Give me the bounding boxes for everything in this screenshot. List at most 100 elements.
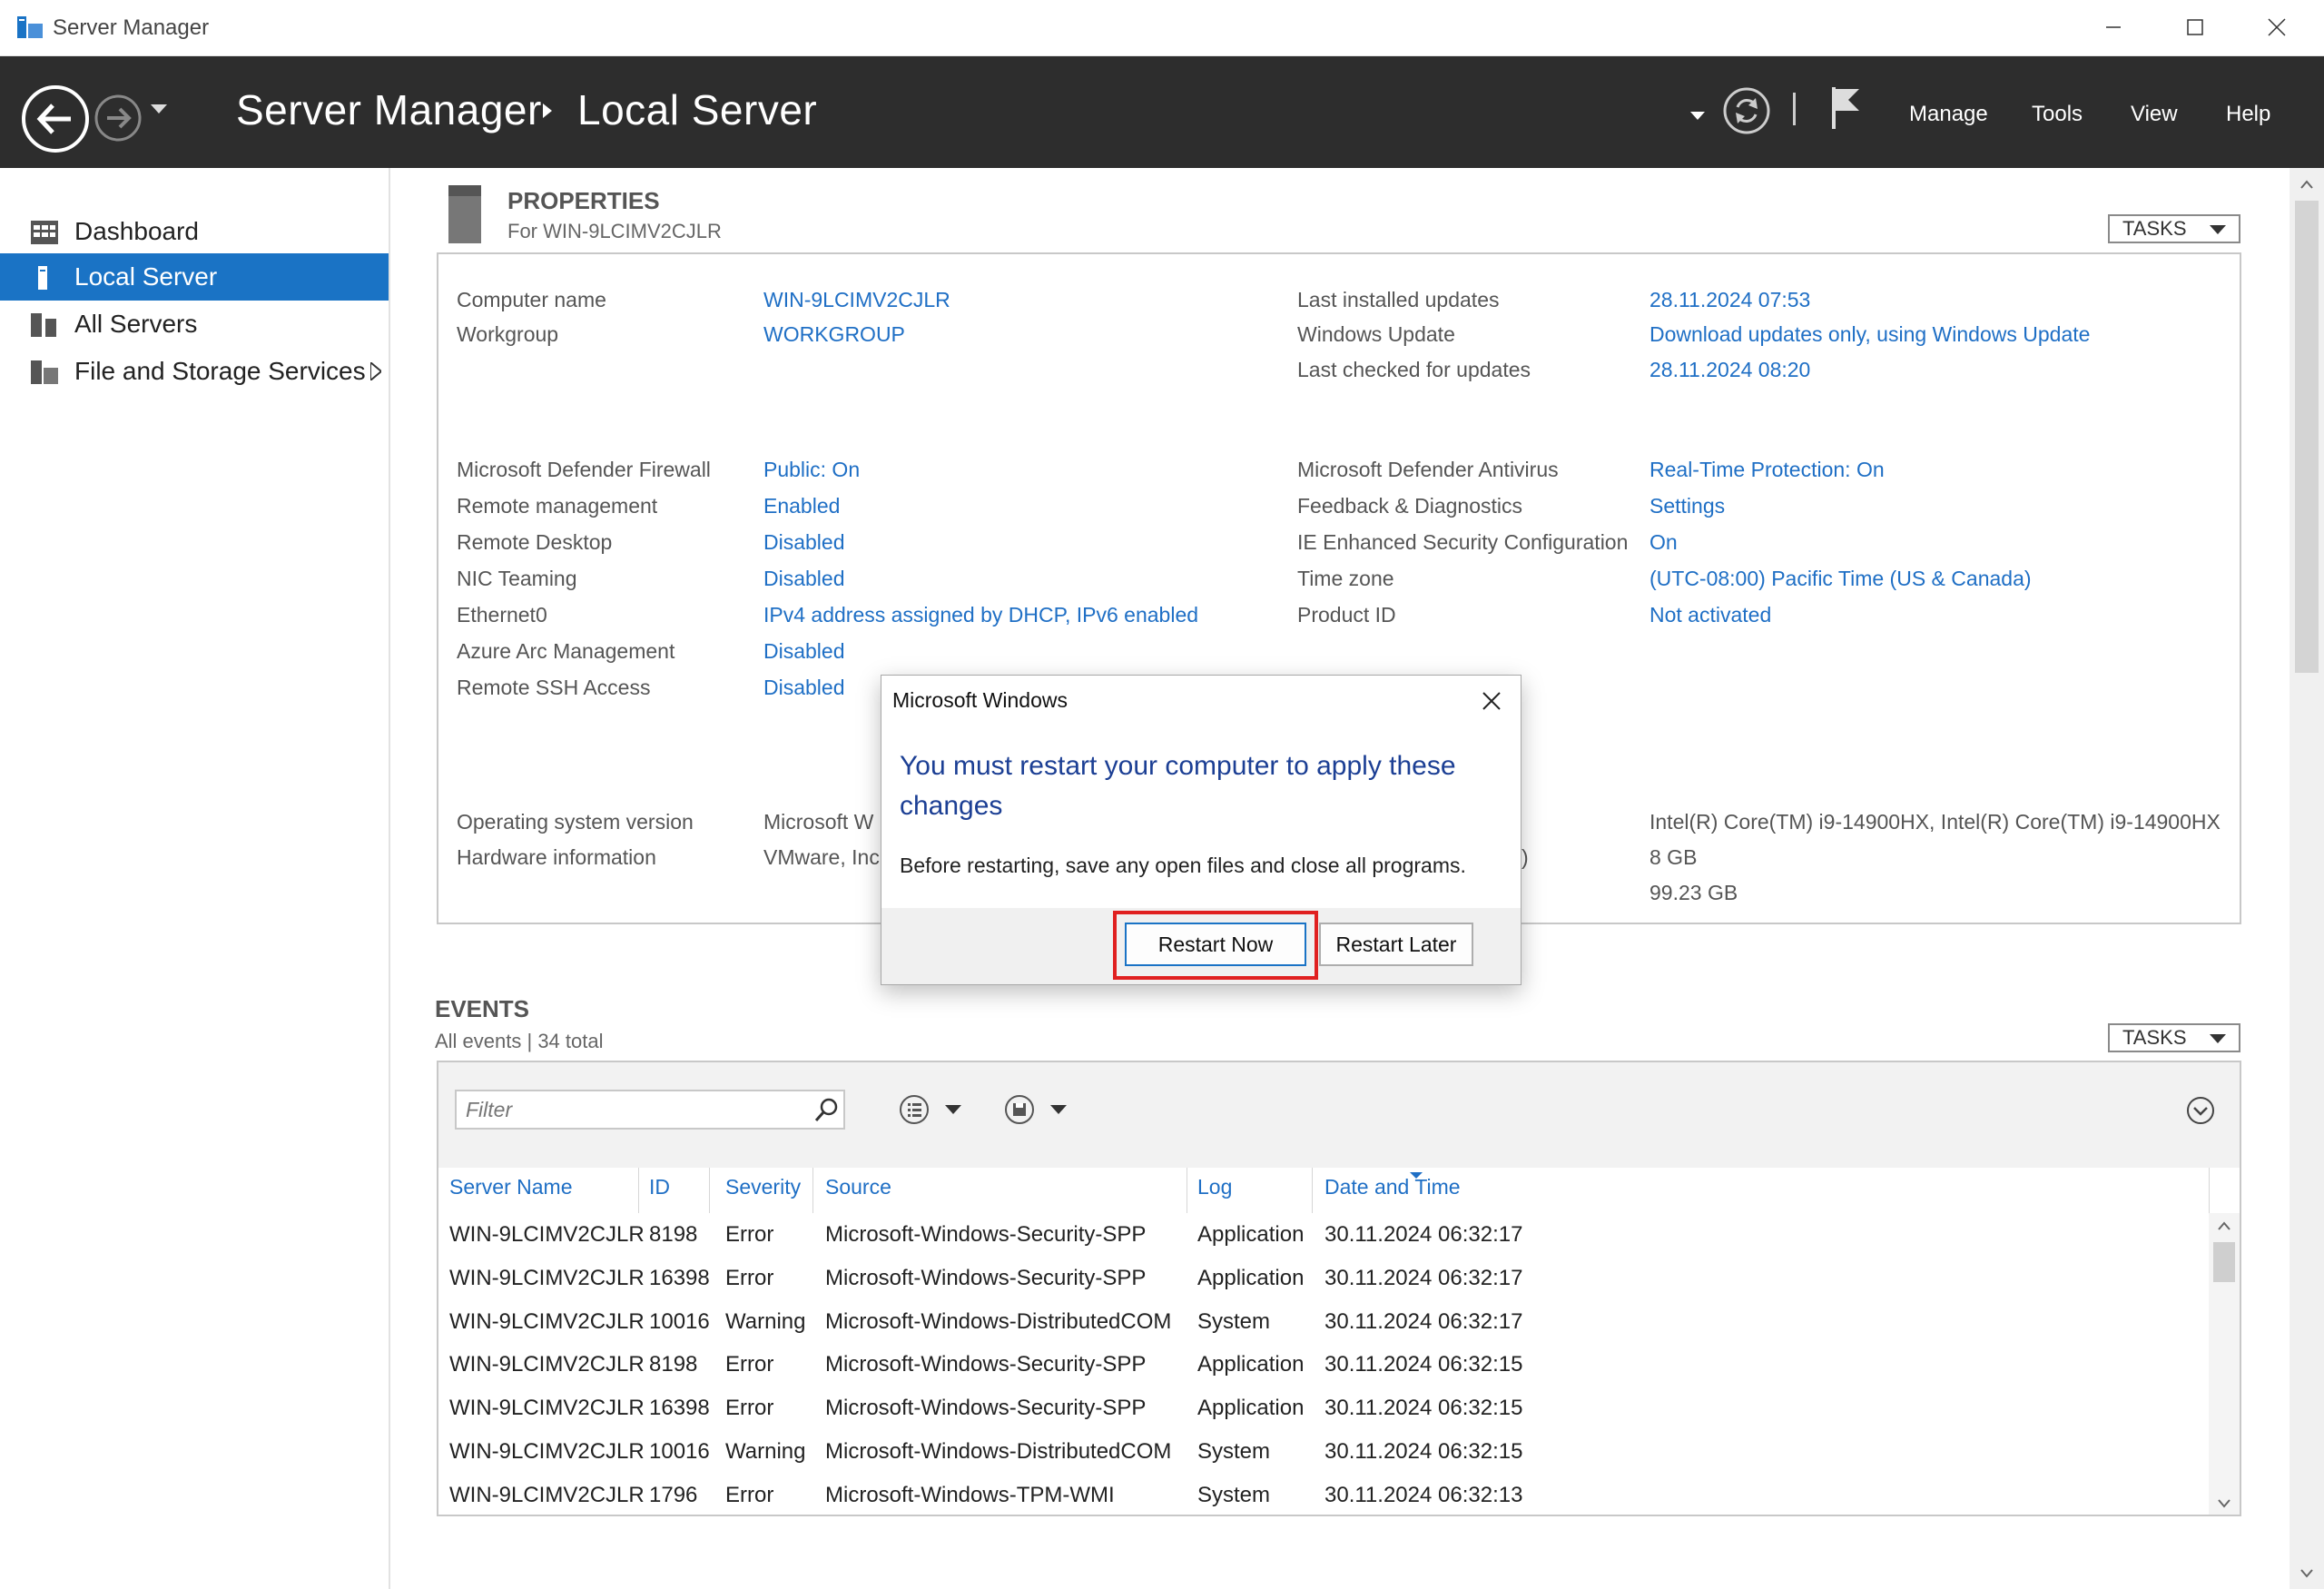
expand-collapse-button[interactable] [2185, 1095, 2216, 1130]
notifications-flag-button[interactable] [1828, 84, 1865, 135]
table-row[interactable]: WIN-9LCIMV2CJLR 16398 Error Microsoft-Windo… [438, 1257, 2209, 1300]
table-row[interactable]: WIN-9LCIMV2CJLR 8198 Error Microsoft-Window… [438, 1213, 2209, 1257]
sidebar-item-dashboard[interactable]: Dashboard [0, 208, 389, 255]
scroll-down-icon[interactable] [2218, 1496, 2230, 1513]
prop-label-last-checked: Last checked for updates [1297, 358, 1531, 381]
breadcrumb-separator-icon [543, 104, 552, 118]
prop-label-remote-ssh: Remote SSH Access [457, 676, 651, 699]
prop-value-azure-arc[interactable]: Disabled [763, 639, 845, 664]
prop-label-nic-teaming: NIC Teaming [457, 567, 577, 590]
menu-tools[interactable]: Tools [2032, 102, 2083, 127]
cell-server-name: WIN-9LCIMV2CJLR [449, 1396, 645, 1421]
cell-source: Microsoft-Windows-Security-SPP [825, 1222, 1147, 1247]
table-row[interactable]: WIN-9LCIMV2CJLR 8198 Error Microsoft-Window… [438, 1343, 2209, 1387]
minimize-button[interactable] [2077, 9, 2150, 45]
maximize-button[interactable] [2159, 9, 2231, 45]
cell-severity: Warning [725, 1439, 806, 1464]
cell-id: 8198 [649, 1352, 698, 1377]
table-row[interactable]: WIN-9LCIMV2CJLR 10016 Warning Microsoft-Win… [438, 1430, 2209, 1474]
refresh-button[interactable] [1721, 85, 1772, 141]
prop-value-memory-partial: ) [1521, 845, 1529, 869]
menu-view[interactable]: View [2131, 102, 2178, 127]
prop-value-workgroup[interactable]: WORKGROUP [763, 322, 905, 347]
menu-help[interactable]: Help [2226, 102, 2270, 127]
dialog-title: Microsoft Windows [892, 688, 1068, 712]
forward-arrow-icon [94, 94, 142, 142]
prop-value-product-id[interactable]: Not activated [1649, 603, 1771, 627]
prop-value-last-installed[interactable]: 28.11.2024 07:53 [1649, 288, 1810, 312]
events-filter-input[interactable] [455, 1090, 845, 1130]
properties-tasks-button[interactable]: TASKS [2108, 214, 2240, 243]
prop-label-workgroup: Workgroup [457, 322, 559, 346]
sidebar-item-label: Dashboard [74, 217, 199, 245]
cell-server-name: WIN-9LCIMV2CJLR [449, 1482, 645, 1507]
scroll-up-icon[interactable] [2218, 1219, 2230, 1235]
column-header-date-time[interactable]: Date and Time [1324, 1175, 1461, 1199]
notifications-dropdown-button[interactable] [1690, 109, 1705, 125]
column-header-source[interactable]: Source [825, 1175, 891, 1199]
prop-value-remote-management[interactable]: Enabled [763, 494, 840, 518]
tasks-label: TASKS [2122, 1026, 2187, 1049]
column-divider[interactable] [709, 1168, 710, 1213]
events-tasks-button[interactable]: TASKS [2108, 1023, 2240, 1052]
prop-label-defender-antivirus: Microsoft Defender Antivirus [1297, 458, 1559, 481]
events-scrollbar-thumb[interactable] [2213, 1242, 2235, 1282]
main-scrollbar-thumb[interactable] [2295, 201, 2319, 673]
column-header-log[interactable]: Log [1197, 1175, 1232, 1199]
column-header-id[interactable]: ID [649, 1175, 670, 1199]
storage-icon [31, 360, 58, 384]
cell-date-time: 30.11.2024 06:32:15 [1324, 1396, 1523, 1421]
prop-value-ethernet0[interactable]: IPv4 address assigned by DHCP, IPv6 enab… [763, 603, 1198, 627]
column-divider[interactable] [812, 1168, 813, 1213]
sidebar-item-file-storage[interactable]: File and Storage Services [0, 348, 389, 395]
properties-subtitle: For WIN-9LCIMV2CJLR [507, 220, 722, 242]
close-window-button[interactable] [2240, 9, 2313, 45]
prop-value-hardware-info: VMware, Inc [763, 845, 880, 869]
search-icon[interactable] [814, 1097, 840, 1127]
prop-value-computer-name[interactable]: WIN-9LCIMV2CJLR [763, 288, 950, 312]
sidebar-item-all-servers[interactable]: All Servers [0, 301, 389, 348]
prop-value-nic-teaming[interactable]: Disabled [763, 567, 845, 591]
cell-log: System [1197, 1482, 1271, 1507]
prop-value-remote-desktop[interactable]: Disabled [763, 530, 845, 555]
cell-date-time: 30.11.2024 06:32:17 [1324, 1222, 1523, 1247]
scroll-down-icon[interactable] [2300, 1566, 2313, 1583]
back-arrow-icon [22, 85, 89, 153]
column-divider[interactable] [1312, 1168, 1313, 1213]
breadcrumb-root[interactable]: Server Manager [236, 85, 542, 134]
history-dropdown-button[interactable] [151, 104, 167, 120]
table-row[interactable]: WIN-9LCIMV2CJLR 10016 Warning Microsoft-Win… [438, 1300, 2209, 1344]
sidebar-item-label: File and Storage Services [74, 357, 366, 385]
events-scrollbar[interactable] [2209, 1213, 2240, 1515]
table-row[interactable]: WIN-9LCIMV2CJLR 1796 Error Microsoft-Window… [438, 1474, 2209, 1515]
main-scrollbar[interactable] [2290, 168, 2324, 1589]
restart-now-highlight [1113, 911, 1318, 980]
prop-value-feedback[interactable]: Settings [1649, 494, 1725, 518]
prop-value-last-checked[interactable]: 28.11.2024 08:20 [1649, 358, 1810, 382]
prop-value-ie-esc[interactable]: On [1649, 530, 1678, 555]
column-header-severity[interactable]: Severity [725, 1175, 801, 1199]
save-query-button[interactable] [1005, 1093, 1078, 1130]
server-icon [31, 266, 58, 290]
prop-value-windows-update[interactable]: Download updates only, using Windows Upd… [1649, 322, 2090, 347]
prop-value-defender-antivirus[interactable]: Real-Time Protection: On [1649, 458, 1885, 482]
prop-value-remote-ssh[interactable]: Disabled [763, 676, 845, 700]
server-manager-app-icon [16, 15, 44, 40]
back-button[interactable] [20, 84, 91, 159]
column-divider[interactable] [638, 1168, 639, 1213]
save-icon [1005, 1095, 1067, 1124]
restart-later-button[interactable]: Restart Later [1319, 923, 1473, 966]
column-header-server-name[interactable]: Server Name [449, 1175, 572, 1199]
table-row[interactable]: WIN-9LCIMV2CJLR 16398 Error Microsoft-Windo… [438, 1387, 2209, 1430]
sidebar-item-local-server[interactable]: Local Server [0, 253, 389, 301]
query-options-button[interactable] [900, 1093, 972, 1130]
scroll-up-icon[interactable] [2300, 177, 2313, 193]
prop-value-firewall[interactable]: Public: On [763, 458, 860, 482]
window-title: Server Manager [53, 15, 210, 40]
forward-button[interactable] [93, 91, 143, 150]
dialog-close-button[interactable] [1472, 683, 1512, 719]
chevron-right-icon[interactable] [369, 360, 383, 385]
menu-manage[interactable]: Manage [1909, 102, 1988, 127]
prop-value-time-zone[interactable]: (UTC-08:00) Pacific Time (US & Canada) [1649, 567, 2032, 591]
prop-label-feedback: Feedback & Diagnostics [1297, 494, 1523, 518]
